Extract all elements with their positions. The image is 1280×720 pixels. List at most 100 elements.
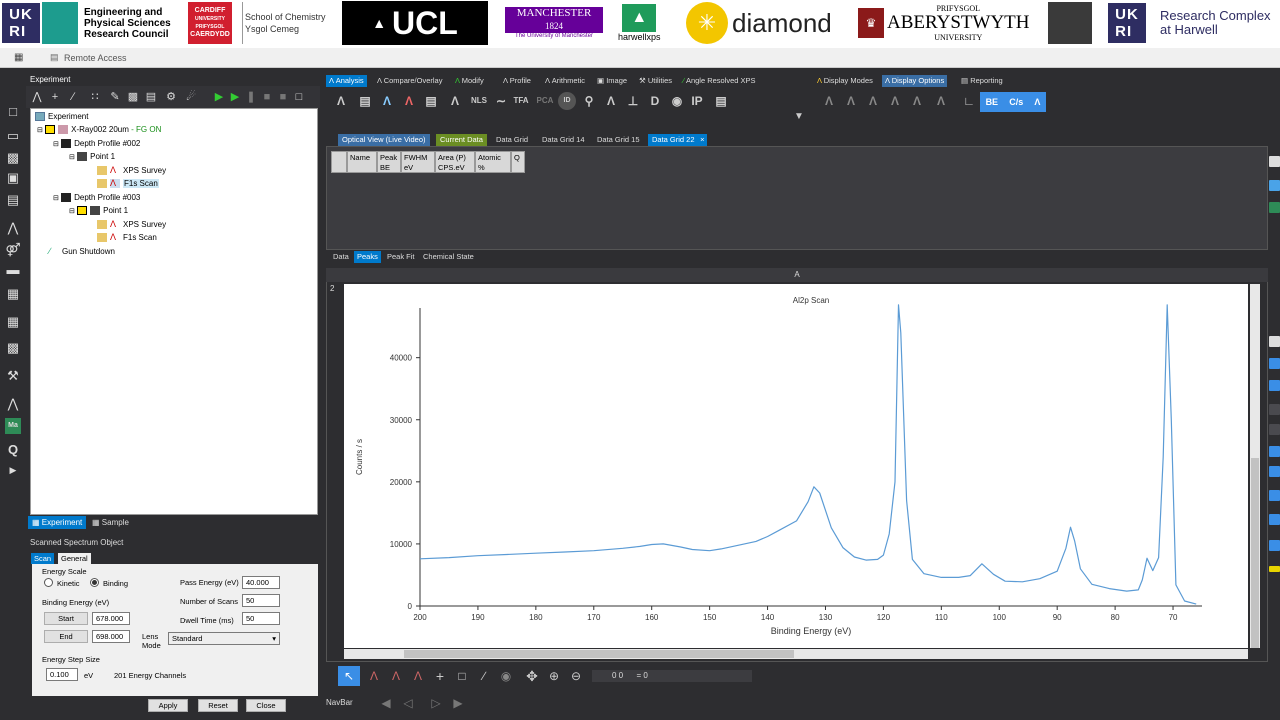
- display-mode-3-icon[interactable]: Λ: [864, 92, 882, 110]
- tree-node-xray[interactable]: ⊟ X-Ray002 20um - FG ON: [37, 124, 161, 136]
- dots-grid-icon[interactable]: ∷: [88, 90, 102, 104]
- table-icon[interactable]: ▦: [5, 314, 21, 330]
- scrollbar-thumb[interactable]: [1251, 458, 1259, 648]
- spectrum-icon[interactable]: ⋀: [5, 220, 21, 236]
- query-icon[interactable]: Q: [5, 442, 21, 458]
- tree-node-xps-survey-b[interactable]: Λ XPS Survey: [97, 219, 166, 230]
- pass-energy-input[interactable]: 40.000: [242, 576, 280, 589]
- binding-radio[interactable]: [90, 578, 99, 587]
- line-tool-icon[interactable]: ∕: [474, 666, 494, 686]
- end-button[interactable]: End: [44, 630, 88, 643]
- display-mode-6-icon[interactable]: Λ: [932, 92, 950, 110]
- background-icon[interactable]: Λ: [446, 92, 464, 110]
- last-icon[interactable]: ▶: [448, 694, 468, 712]
- expand-icon[interactable]: ▶: [5, 462, 21, 478]
- tree-icon[interactable]: ☄: [184, 90, 198, 104]
- column-header-q[interactable]: Q: [511, 151, 525, 173]
- open-folder-icon[interactable]: ▭: [5, 128, 21, 144]
- start-button[interactable]: Start: [44, 612, 88, 625]
- tool-icon[interactable]: [1269, 514, 1280, 525]
- zoom-out-icon[interactable]: ⊖: [566, 666, 586, 686]
- search-icon[interactable]: ⚲: [580, 92, 598, 110]
- stack-icon[interactable]: ▩: [5, 340, 21, 356]
- tab-chemical-state[interactable]: Chemical State: [420, 251, 477, 263]
- play-icon[interactable]: ▶: [212, 90, 226, 104]
- tree-node-experiment[interactable]: Experiment: [35, 111, 88, 122]
- spectrum-chart[interactable]: 200 190 180 170 160 150 140 130 120 110 100 90 80 70 0…: [344, 284, 1248, 648]
- first-icon[interactable]: ◀: [376, 694, 396, 712]
- microscope-icon[interactable]: ⚤: [5, 242, 21, 258]
- column-header-atomic[interactable]: Atomic%: [475, 151, 511, 173]
- end-energy-input[interactable]: 698.000: [92, 630, 130, 643]
- peak-fit-icon[interactable]: Λ: [378, 92, 396, 110]
- pca-icon[interactable]: PCA: [536, 92, 554, 110]
- tree-node-point-1b[interactable]: ⊟ Point 1: [69, 205, 128, 217]
- display-mode-2-icon[interactable]: Λ: [842, 92, 860, 110]
- ip-icon[interactable]: IP: [688, 92, 706, 110]
- d-icon[interactable]: D: [646, 92, 664, 110]
- be-button[interactable]: BE: [986, 97, 999, 107]
- tfa-icon[interactable]: TFA: [512, 92, 530, 110]
- tab-arxps[interactable]: ∕ Angle Resolved XPS: [680, 75, 759, 87]
- region-select-icon[interactable]: □: [452, 666, 472, 686]
- save-icon[interactable]: ▣: [5, 170, 21, 186]
- remote-access-label[interactable]: Remote Access: [64, 53, 127, 63]
- comment-icon[interactable]: □: [292, 90, 306, 104]
- tab-data-grid-14[interactable]: Data Grid 14: [538, 134, 589, 146]
- eye-icon[interactable]: ◉: [496, 666, 516, 686]
- multi-peak-icon[interactable]: Λ: [400, 92, 418, 110]
- tab-utilities[interactable]: ⚒ Utilities: [636, 75, 675, 87]
- tab-modify[interactable]: Λ Modify: [452, 75, 487, 87]
- dwell-time-input[interactable]: 50: [242, 612, 280, 625]
- tree-node-depth-003[interactable]: ⊟ Depth Profile #003: [53, 192, 140, 204]
- tree-node-gun-shutdown[interactable]: ∕ Gun Shutdown: [49, 246, 115, 257]
- tab-data-grid-22[interactable]: Data Grid 22 ×: [648, 134, 707, 146]
- tab-sample[interactable]: ▦ Sample: [88, 516, 133, 529]
- previous-icon[interactable]: ◁: [398, 694, 418, 712]
- spectrum-view-header[interactable]: A: [326, 268, 1268, 282]
- locate-icon[interactable]: ◉: [668, 92, 686, 110]
- lens-mode-select[interactable]: Standard ▾: [168, 632, 280, 645]
- report-icon[interactable]: ▤: [712, 92, 730, 110]
- tree-node-f1s-scan-b[interactable]: Λ F1s Scan: [97, 232, 157, 243]
- pan-icon[interactable]: ✥: [522, 666, 542, 686]
- tab-data[interactable]: Data: [330, 251, 352, 263]
- zoom-fit-icon[interactable]: [1269, 358, 1280, 369]
- sample-holder-icon[interactable]: ▩: [5, 150, 21, 166]
- tab-peak-fit[interactable]: Peak Fit: [384, 251, 418, 263]
- tab-profile[interactable]: Λ Profile: [500, 75, 534, 87]
- axis-icon[interactable]: ∟: [960, 92, 978, 110]
- close-icon[interactable]: ×: [700, 134, 704, 146]
- ma-icon[interactable]: Ma: [5, 418, 21, 434]
- be-cs-toggle[interactable]: BE C/s Λ: [980, 92, 1046, 112]
- check-tool-icon[interactable]: [1269, 336, 1280, 347]
- column-header-name[interactable]: Name: [347, 151, 377, 173]
- tab-compare-overlay[interactable]: Λ Compare/Overlay: [374, 75, 445, 87]
- tab-general[interactable]: General: [58, 553, 91, 564]
- tools-icon[interactable]: ⚒: [5, 368, 21, 384]
- gear-icon[interactable]: ⚙: [164, 90, 178, 104]
- tool-icon[interactable]: [1269, 490, 1280, 501]
- measure-icon[interactable]: ⊥: [624, 92, 642, 110]
- close-button[interactable]: Close: [246, 699, 286, 712]
- tool-icon[interactable]: [1269, 446, 1280, 457]
- pointer-tool-icon[interactable]: ↖: [338, 666, 360, 686]
- tab-display-modes[interactable]: Λ Display Modes: [814, 75, 876, 87]
- tab-peaks[interactable]: Peaks: [354, 251, 381, 263]
- tab-arithmetic[interactable]: Λ Arithmetic: [542, 75, 588, 87]
- display-mode-4-icon[interactable]: Λ: [886, 92, 904, 110]
- tool-icon[interactable]: [1269, 404, 1280, 415]
- column-header-fwhm[interactable]: FWHM eV: [401, 151, 435, 173]
- tab-reporting[interactable]: ▤ Reporting: [958, 75, 1006, 87]
- axis-mode-icon[interactable]: Λ: [1034, 97, 1040, 107]
- spectrum-plot[interactable]: 200 190 180 170 160 150 140 130 120 110 100 90 80 70 0…: [344, 284, 1248, 648]
- next-icon[interactable]: ▷: [426, 694, 446, 712]
- cs-button[interactable]: C/s: [1009, 97, 1023, 107]
- ribbon-expand-icon[interactable]: ▼: [790, 108, 808, 126]
- peak-list-icon[interactable]: ▤: [356, 92, 374, 110]
- horizontal-scrollbar[interactable]: [344, 649, 1248, 659]
- plus-icon[interactable]: +: [48, 90, 62, 104]
- tab-experiment[interactable]: ▦ Experiment: [28, 516, 87, 529]
- crosshair-icon[interactable]: +: [430, 666, 450, 686]
- pen-icon[interactable]: ✎: [108, 90, 122, 104]
